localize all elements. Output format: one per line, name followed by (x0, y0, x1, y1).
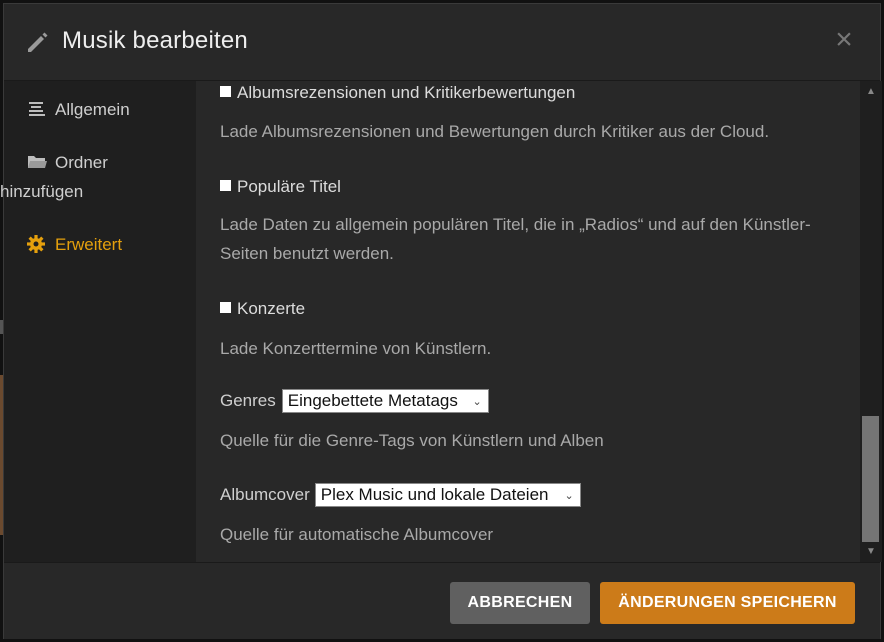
content-scrollbar[interactable]: ▲ ▼ (860, 81, 882, 562)
album-art-select-value: Plex Music und lokale Dateien (320, 485, 549, 504)
cancel-button[interactable]: ABBRECHEN (450, 582, 590, 624)
genres-label: Genres (220, 391, 276, 410)
sidebar-item-label: hinzufügen (0, 182, 84, 201)
album-art-description: Quelle für automatische Albumcover (220, 525, 494, 544)
popular-tracks-checkbox[interactable] (220, 180, 231, 191)
sidebar-item-general[interactable]: Allgemein (27, 95, 130, 124)
concerts-label: Konzerte (237, 299, 306, 318)
album-reviews-option[interactable]: Albumsrezensionen und Kritikerbewertunge… (220, 83, 575, 103)
dialog-footer: ABBRECHEN ÄNDERUNGEN SPEICHERN (4, 562, 880, 639)
sidebar-item-label: Allgemein (55, 100, 130, 119)
chevron-down-icon: ⌄ (472, 395, 482, 408)
scrollbar-thumb[interactable] (862, 416, 879, 542)
concerts-description: Lade Konzerttermine von Künstlern. (220, 339, 492, 358)
popular-tracks-description: Lade Daten zu allgemein populären Titel,… (220, 215, 811, 263)
list-icon (29, 102, 45, 116)
popular-tracks-label: Populäre Titel (237, 177, 341, 196)
settings-content: Albumsrezensionen und Kritikerbewertunge… (196, 81, 860, 562)
sidebar-item-add-folder[interactable]: Ordner hinzufügen (0, 148, 108, 206)
sidebar-item-label: Ordner (55, 153, 108, 172)
dialog-header: Musik bearbeiten × (4, 4, 880, 81)
edit-music-dialog: Musik bearbeiten × Allgemein Ordner hinz… (0, 3, 882, 639)
gear-icon (27, 235, 45, 253)
concerts-checkbox[interactable] (220, 302, 231, 313)
settings-sidebar: Allgemein Ordner hinzufügen Erweitert (0, 81, 196, 562)
album-reviews-description: Lade Albumsrezensionen und Bewertungen d… (220, 122, 770, 141)
chevron-down-icon: ⌄ (564, 489, 574, 502)
pencil-icon (28, 32, 48, 52)
genres-setting: Genres Eingebettete Metatags ⌄ (220, 389, 489, 413)
genres-select[interactable]: Eingebettete Metatags ⌄ (281, 389, 489, 413)
concerts-option[interactable]: Konzerte (220, 299, 305, 319)
album-art-select[interactable]: Plex Music und lokale Dateien ⌄ (314, 483, 581, 507)
scroll-down-icon[interactable]: ▼ (865, 546, 877, 558)
sidebar-item-label: Erweitert (55, 235, 123, 254)
scroll-up-icon[interactable]: ▲ (865, 86, 877, 98)
folder-icon (28, 156, 47, 168)
popular-tracks-option[interactable]: Populäre Titel (220, 177, 341, 197)
close-icon[interactable]: × (830, 25, 858, 55)
album-art-label: Albumcover (220, 485, 310, 504)
save-changes-button[interactable]: ÄNDERUNGEN SPEICHERN (600, 582, 855, 624)
album-reviews-label: Albumsrezensionen und Kritikerbewertunge… (237, 83, 576, 102)
genres-select-value: Eingebettete Metatags (287, 391, 458, 410)
sidebar-item-advanced[interactable]: Erweitert (27, 230, 122, 259)
album-art-setting: Albumcover Plex Music und lokale Dateien… (220, 483, 581, 507)
dialog-title: Musik bearbeiten (62, 27, 248, 54)
album-reviews-checkbox[interactable] (220, 86, 231, 97)
genres-description: Quelle für die Genre-Tags von Künstlern … (220, 431, 604, 450)
